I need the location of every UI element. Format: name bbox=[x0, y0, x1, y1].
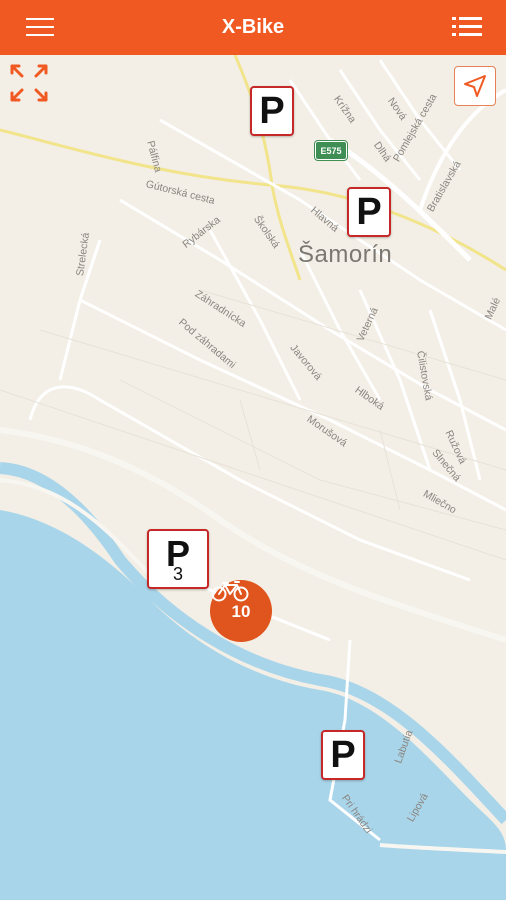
parking-label: P bbox=[356, 191, 382, 233]
app-title: X-Bike bbox=[221, 16, 285, 38]
navigation-arrow-icon bbox=[464, 75, 486, 97]
map-canvas[interactable] bbox=[0, 55, 506, 900]
parking-marker[interactable]: P bbox=[321, 730, 365, 780]
bike-count: 10 bbox=[231, 601, 251, 621]
bike-station-marker[interactable]: 10 bbox=[210, 580, 272, 642]
parking-marker[interactable]: P 3 bbox=[147, 529, 209, 589]
menu-button[interactable] bbox=[26, 16, 54, 38]
list-view-button[interactable] bbox=[452, 15, 482, 39]
parking-marker[interactable]: P bbox=[250, 86, 294, 136]
parking-label: P bbox=[330, 734, 356, 776]
list-icon bbox=[452, 17, 482, 36]
app-header: X-Bike bbox=[0, 0, 506, 55]
parking-marker[interactable]: P bbox=[347, 187, 391, 237]
town-label: Šamorín bbox=[298, 241, 393, 268]
parking-count: 3 bbox=[172, 564, 183, 584]
fullscreen-button[interactable] bbox=[10, 64, 48, 102]
parking-label: P bbox=[259, 90, 285, 132]
bicycle-icon bbox=[211, 581, 249, 602]
hamburger-menu-icon bbox=[26, 18, 54, 36]
my-location-button[interactable] bbox=[454, 66, 496, 106]
expand-arrows-icon bbox=[10, 64, 48, 102]
road-shield: E575 bbox=[314, 140, 348, 161]
map-view[interactable]: Krížna Nová Dlhá Pomlejská cesta Bratisl… bbox=[0, 55, 506, 900]
